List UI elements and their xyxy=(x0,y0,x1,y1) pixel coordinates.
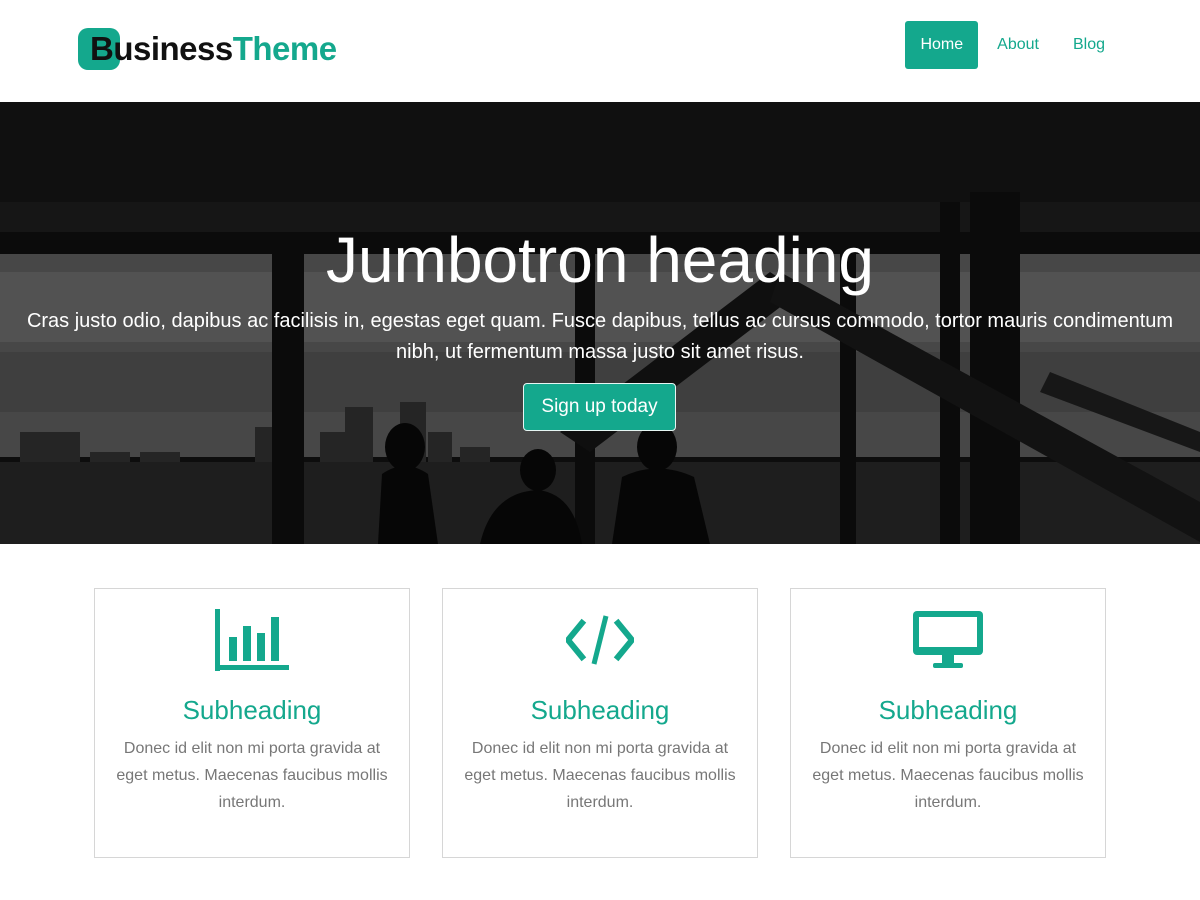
feature-card-title: Subheading xyxy=(530,695,670,725)
nav-item-home[interactable]: Home xyxy=(905,21,979,69)
nav-item-about[interactable]: About xyxy=(982,21,1054,69)
feature-card-title: Subheading xyxy=(182,695,322,725)
bar-chart-icon xyxy=(95,609,409,673)
feature-cards: Subheading Donec id elit non mi porta gr… xyxy=(0,588,1200,858)
desktop-icon xyxy=(791,609,1105,673)
nav-item-blog[interactable]: Blog xyxy=(1058,21,1120,69)
hero-heading: Jumbotron heading xyxy=(326,224,874,296)
feature-card-text: Donec id elit non mi porta gravida at eg… xyxy=(116,740,388,811)
site-header: BusinessTheme Home About Blog xyxy=(0,0,1200,102)
main-nav: Home About Blog xyxy=(901,21,1120,69)
site-logo[interactable]: BusinessTheme xyxy=(78,28,337,70)
feature-card-text: Donec id elit non mi porta gravida at eg… xyxy=(812,740,1084,811)
sign-up-button[interactable]: Sign up today xyxy=(523,383,676,431)
code-icon xyxy=(443,609,757,673)
feature-card-text: Donec id elit non mi porta gravida at eg… xyxy=(464,740,736,811)
feature-card: Subheading Donec id elit non mi porta gr… xyxy=(94,588,410,858)
logo-text-business: Business xyxy=(90,30,233,67)
feature-card: Subheading Donec id elit non mi porta gr… xyxy=(790,588,1106,858)
logo-text-theme: Theme xyxy=(232,30,337,67)
feature-card-title: Subheading xyxy=(878,695,1018,725)
jumbotron: Jumbotron heading Cras justo odio, dapib… xyxy=(0,102,1200,544)
hero-lead-text: Cras justo odio, dapibus ac facilisis in… xyxy=(26,310,1174,363)
feature-card: Subheading Donec id elit non mi porta gr… xyxy=(442,588,758,858)
logo-text: BusinessTheme xyxy=(78,28,337,70)
